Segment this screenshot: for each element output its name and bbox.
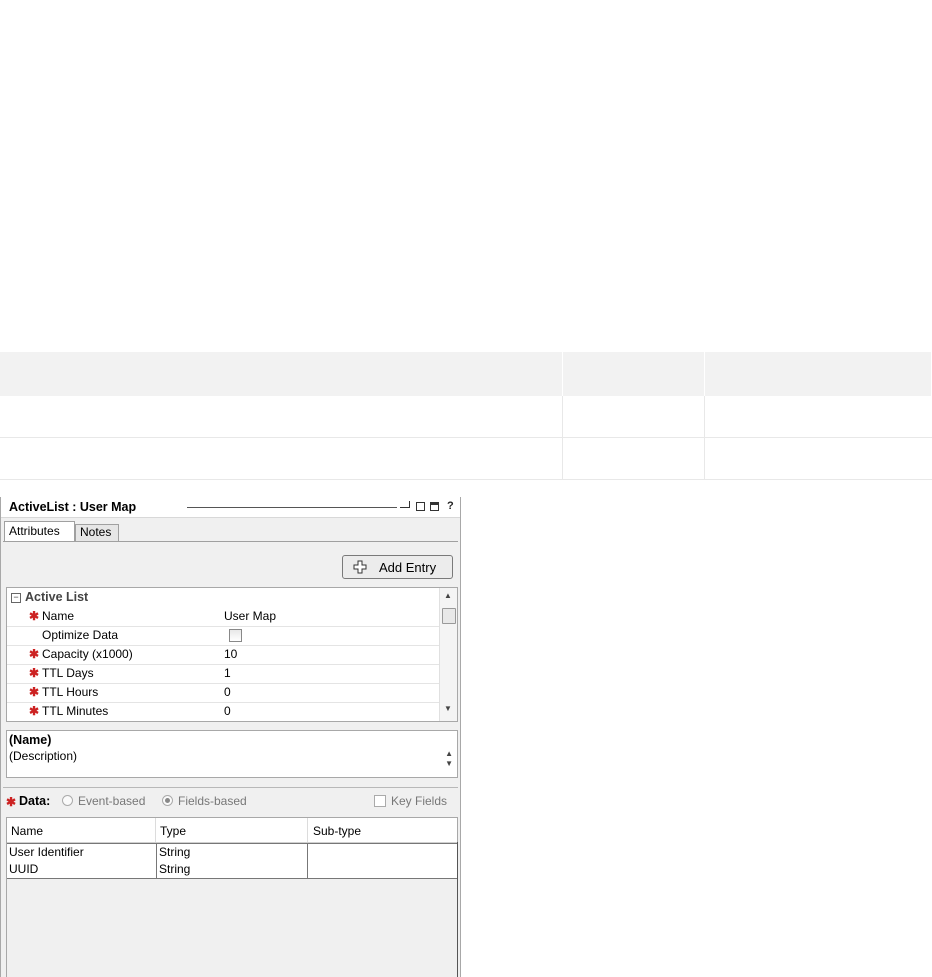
table-row[interactable]: UUID String: [7, 861, 457, 879]
grid-row-label: Name: [42, 609, 75, 623]
document-table-cell: [562, 437, 705, 480]
description-text: (Description): [9, 749, 78, 763]
description-panel: (Name) (Description) ▲ ▼: [6, 730, 458, 778]
required-marker: ✱: [29, 666, 40, 680]
event-based-radio[interactable]: [62, 795, 73, 806]
column-header-name[interactable]: Name: [11, 824, 43, 838]
grid-section-header[interactable]: − Active List: [7, 590, 440, 606]
description-title: (Name): [9, 733, 52, 747]
scroll-thumb[interactable]: [442, 608, 456, 624]
titlebar-drag-line: [187, 507, 397, 508]
grid-row-value[interactable]: User Map: [224, 609, 276, 623]
cell-divider: [156, 861, 157, 878]
description-scroll-icon[interactable]: ▲ ▼: [445, 749, 453, 769]
grid-row-label: TTL Minutes: [42, 704, 109, 718]
required-marker: ✱: [29, 685, 40, 699]
grid-row-name[interactable]: ✱ Name User Map: [7, 607, 440, 627]
grid-row-value[interactable]: 1: [224, 666, 231, 680]
grid-row-ttl-minutes[interactable]: ✱ TTL Minutes 0: [7, 702, 440, 721]
table-cell-name: User Identifier: [9, 845, 84, 859]
grid-row-label: Optimize Data: [42, 628, 119, 642]
document-table-cell: [562, 396, 705, 438]
cell-divider: [156, 844, 157, 861]
collapse-icon[interactable]: −: [11, 593, 21, 603]
fields-table-header: Name Type Sub-type: [7, 818, 457, 843]
document-table-cell: [0, 396, 563, 438]
data-label: Data:: [19, 794, 51, 808]
data-type-row: ✱ Data: Event-based Fields-based Key Fie…: [3, 787, 458, 812]
grid-row-value[interactable]: 0: [224, 685, 231, 699]
required-marker: ✱: [29, 609, 40, 623]
attribute-grid: − Active List ✱ Name User Map Optimize D…: [6, 587, 458, 722]
grid-row-ttl-days[interactable]: ✱ TTL Days 1: [7, 664, 440, 684]
activelist-editor-window: ActiveList : User Map ? Attributes Notes…: [0, 497, 461, 977]
add-icon: [353, 560, 367, 574]
column-header-subtype[interactable]: Sub-type: [313, 824, 361, 838]
document-table: [0, 352, 932, 480]
document-table-row: [0, 437, 932, 480]
required-marker: ✱: [29, 704, 40, 718]
required-marker: ✱: [29, 647, 40, 661]
document-table-cell: [0, 437, 563, 480]
scroll-up-icon[interactable]: ▲: [444, 591, 452, 600]
grid-section-label: Active List: [25, 590, 89, 604]
fields-based-label[interactable]: Fields-based: [178, 794, 247, 808]
grid-row-value[interactable]: 10: [224, 647, 237, 661]
table-cell-name: UUID: [9, 862, 39, 876]
window-title: ActiveList : User Map: [9, 500, 137, 514]
add-entry-label: Add Entry: [379, 560, 437, 575]
column-header-type[interactable]: Type: [160, 824, 186, 838]
add-entry-button[interactable]: Add Entry: [342, 555, 453, 579]
grid-row-label: TTL Hours: [42, 685, 99, 699]
fields-table: Name Type Sub-type User Identifier Strin…: [6, 817, 458, 977]
grid-row-ttl-hours[interactable]: ✱ TTL Hours 0: [7, 683, 440, 703]
maximize-icon[interactable]: [430, 502, 439, 511]
window-titlebar[interactable]: ActiveList : User Map ?: [1, 497, 460, 518]
cell-divider: [307, 861, 308, 878]
grid-scrollbar[interactable]: ▲ ▼: [439, 588, 457, 721]
table-row[interactable]: User Identifier String: [7, 843, 457, 862]
key-fields-checkbox[interactable]: [374, 795, 386, 807]
grid-row-capacity[interactable]: ✱ Capacity (x1000) 10: [7, 645, 440, 665]
restore-icon[interactable]: [416, 502, 425, 511]
document-table-cell: [704, 396, 932, 438]
table-cell-type: String: [159, 845, 191, 859]
document-table-row: [0, 396, 932, 438]
column-divider[interactable]: [307, 818, 308, 842]
fields-based-radio[interactable]: [162, 795, 173, 806]
tab-attributes[interactable]: Attributes: [4, 521, 75, 542]
document-table-cell: [704, 352, 932, 396]
grid-row-label: TTL Days: [42, 666, 94, 680]
tab-notes[interactable]: Notes: [75, 524, 119, 541]
scroll-down-icon[interactable]: ▼: [444, 704, 452, 713]
cell-divider: [307, 844, 308, 861]
grid-row-value[interactable]: 0: [224, 704, 231, 718]
optimize-data-checkbox[interactable]: [229, 629, 242, 642]
key-fields-label[interactable]: Key Fields: [391, 794, 447, 808]
document-table-header: [0, 352, 932, 396]
grid-row-optimize-data[interactable]: Optimize Data: [7, 626, 440, 646]
document-table-cell: [704, 437, 932, 480]
help-icon[interactable]: ?: [447, 499, 454, 513]
column-divider[interactable]: [155, 818, 156, 842]
minimize-icon[interactable]: [400, 501, 410, 508]
document-table-cell: [0, 352, 563, 396]
table-cell-type: String: [159, 862, 191, 876]
required-marker: ✱: [6, 795, 17, 809]
document-table-cell: [562, 352, 705, 396]
fields-table-border: [457, 842, 458, 977]
event-based-label[interactable]: Event-based: [78, 794, 145, 808]
grid-row-label: Capacity (x1000): [42, 647, 133, 661]
